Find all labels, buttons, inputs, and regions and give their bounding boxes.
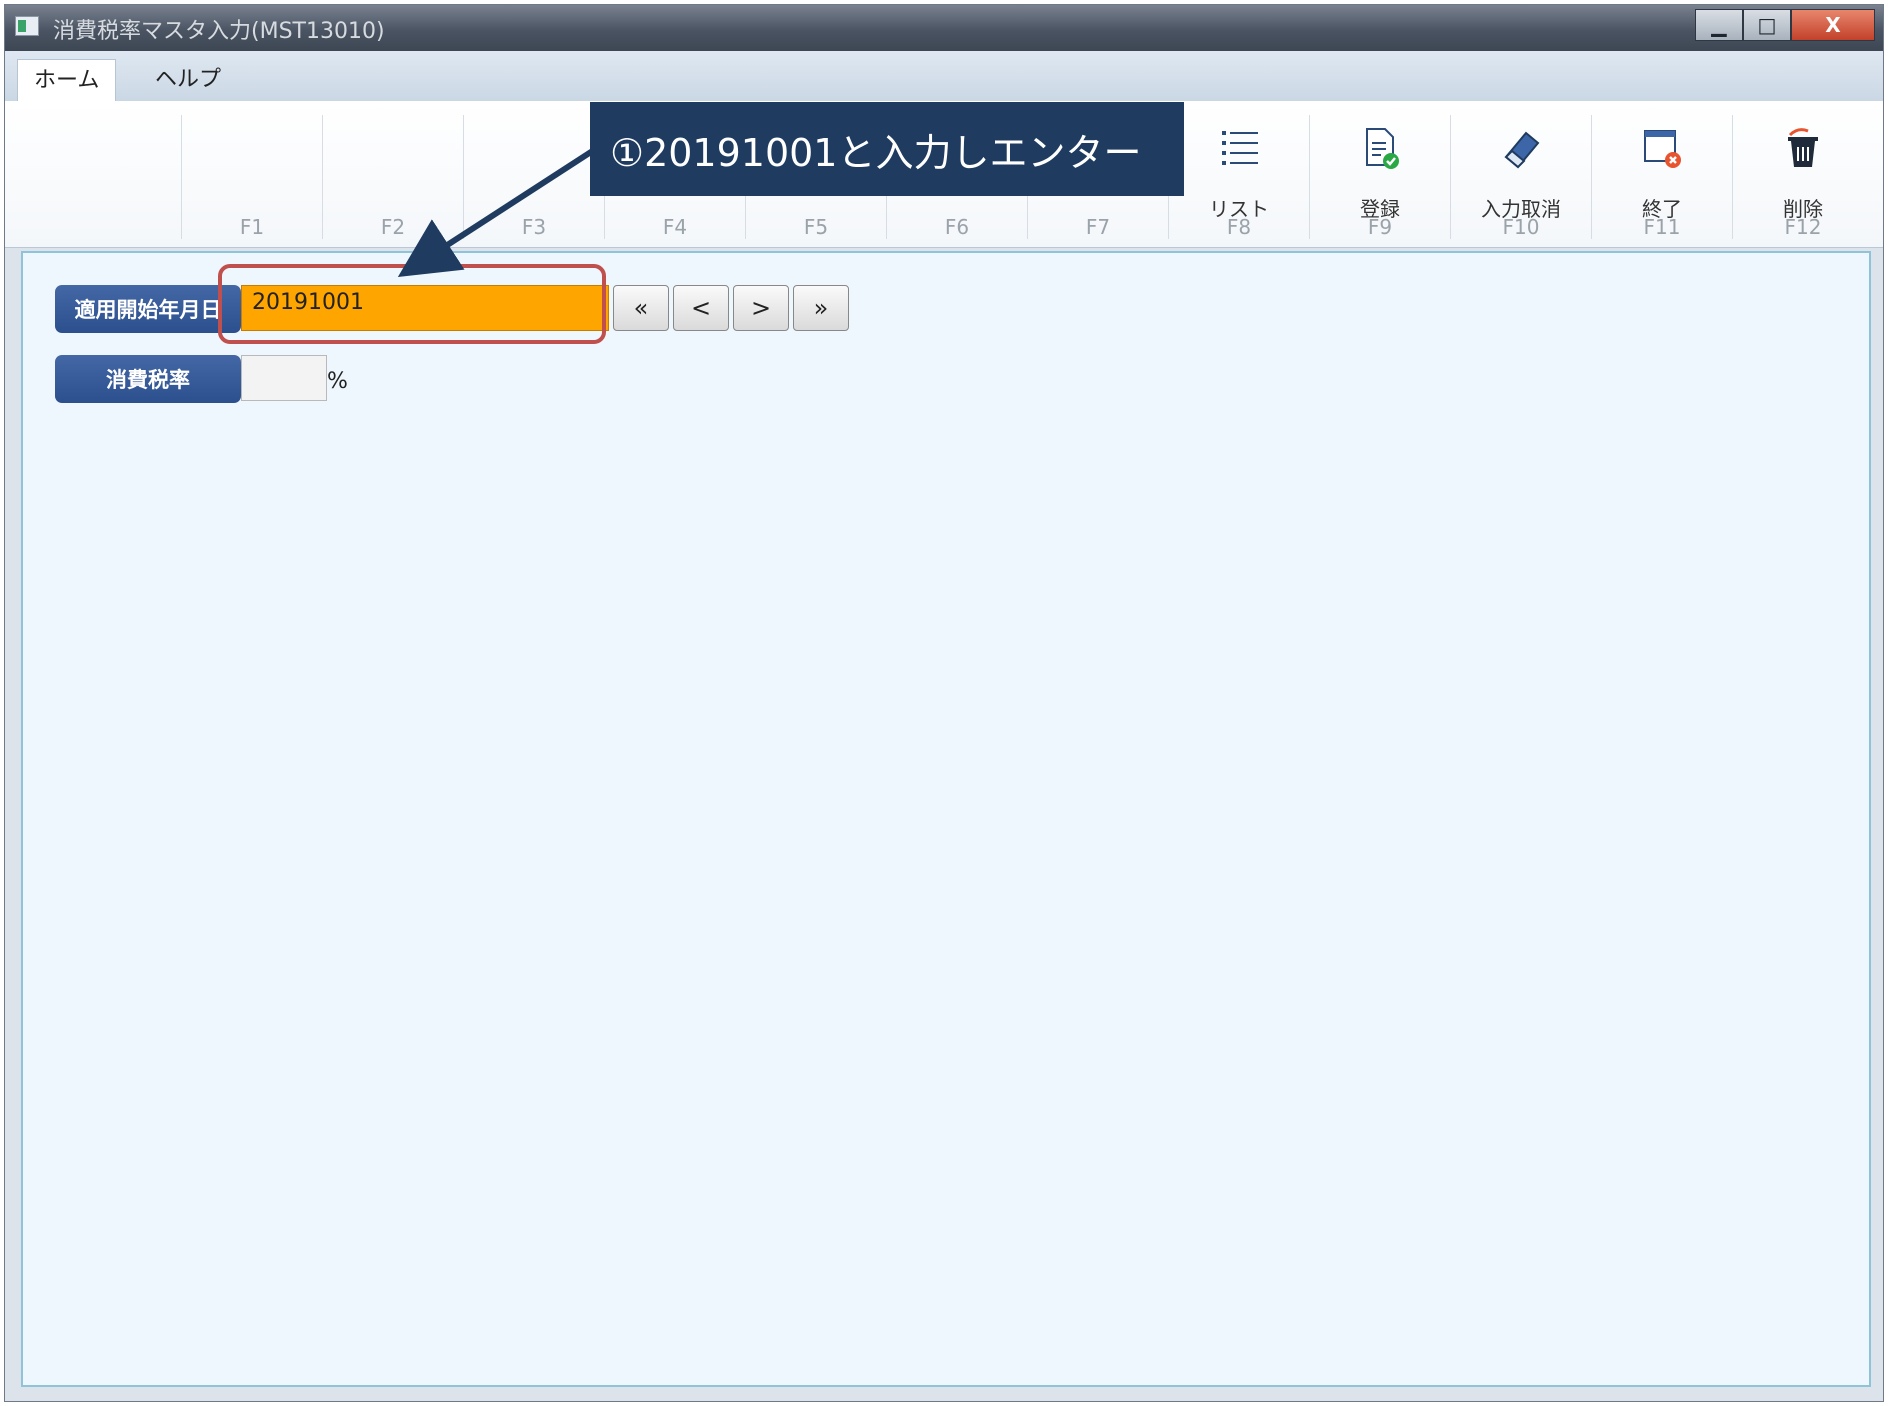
list-icon	[1222, 131, 1258, 165]
tax-rate-input[interactable]	[241, 355, 327, 401]
fkey-f11-exit[interactable]: 終了 F11	[1591, 115, 1732, 239]
fkey-code: F3	[521, 215, 547, 239]
tax-rate-label: 消費税率	[55, 355, 241, 403]
start-date-label: 適用開始年月日	[55, 285, 241, 333]
fkey-code: F8	[1226, 215, 1252, 239]
last-record-button[interactable]: »	[793, 285, 849, 331]
next-record-button[interactable]: >	[733, 285, 789, 331]
fkey-code: F9	[1367, 215, 1393, 239]
previous-record-button[interactable]: <	[673, 285, 729, 331]
input-highlight-box	[218, 264, 606, 344]
fkey-f10-cancel-input[interactable]: 入力取消 F10	[1450, 115, 1591, 239]
register-document-icon	[1366, 128, 1399, 169]
fkey-f1[interactable]: F1	[181, 115, 322, 239]
tab-home[interactable]: ホーム	[17, 59, 117, 101]
fkey-code: F7	[1085, 215, 1111, 239]
form-area: 適用開始年月日 20191001 « < > » 消費税率 %	[21, 251, 1871, 1387]
fkey-f9-register[interactable]: 登録 F9	[1309, 115, 1450, 239]
menu-tab-bar: ホーム ヘルプ	[5, 51, 1883, 101]
fkey-f12-delete[interactable]: 削除 F12	[1732, 115, 1873, 239]
fkey-code: F1	[239, 215, 265, 239]
fkey-code: F11	[1643, 215, 1681, 239]
fkey-code: F6	[944, 215, 970, 239]
app-icon	[15, 16, 39, 36]
first-record-button[interactable]: «	[613, 285, 669, 331]
window-title: 消費税率マスタ入力(MST13010)	[53, 19, 385, 44]
title-bar: 消費税率マスタ入力(MST13010) ▁ □ X	[5, 5, 1883, 51]
tab-help[interactable]: ヘルプ	[139, 59, 237, 101]
exit-window-icon	[1644, 130, 1681, 168]
fkey-code: F5	[803, 215, 829, 239]
fkey-code: F10	[1502, 215, 1540, 239]
app-window: 消費税率マスタ入力(MST13010) ▁ □ X ホーム ヘルプ F1 F2 …	[4, 4, 1884, 1402]
instruction-callout: ①20191001と入力しエンター	[590, 102, 1184, 196]
percent-unit: %	[327, 369, 348, 394]
fkey-code: F12	[1784, 215, 1822, 239]
eraser-icon	[1504, 131, 1540, 169]
minimize-button[interactable]: ▁	[1695, 9, 1743, 41]
fkey-code: F2	[380, 215, 406, 239]
maximize-button[interactable]: □	[1743, 9, 1791, 41]
fkey-f3[interactable]: F3	[463, 115, 604, 239]
trash-icon	[1788, 128, 1818, 167]
window-controls: ▁ □ X	[1695, 9, 1875, 41]
close-button[interactable]: X	[1791, 9, 1875, 41]
fkey-code: F4	[662, 215, 688, 239]
fkey-f8-list[interactable]: リスト F8	[1168, 115, 1309, 239]
fkey-f2[interactable]: F2	[322, 115, 463, 239]
